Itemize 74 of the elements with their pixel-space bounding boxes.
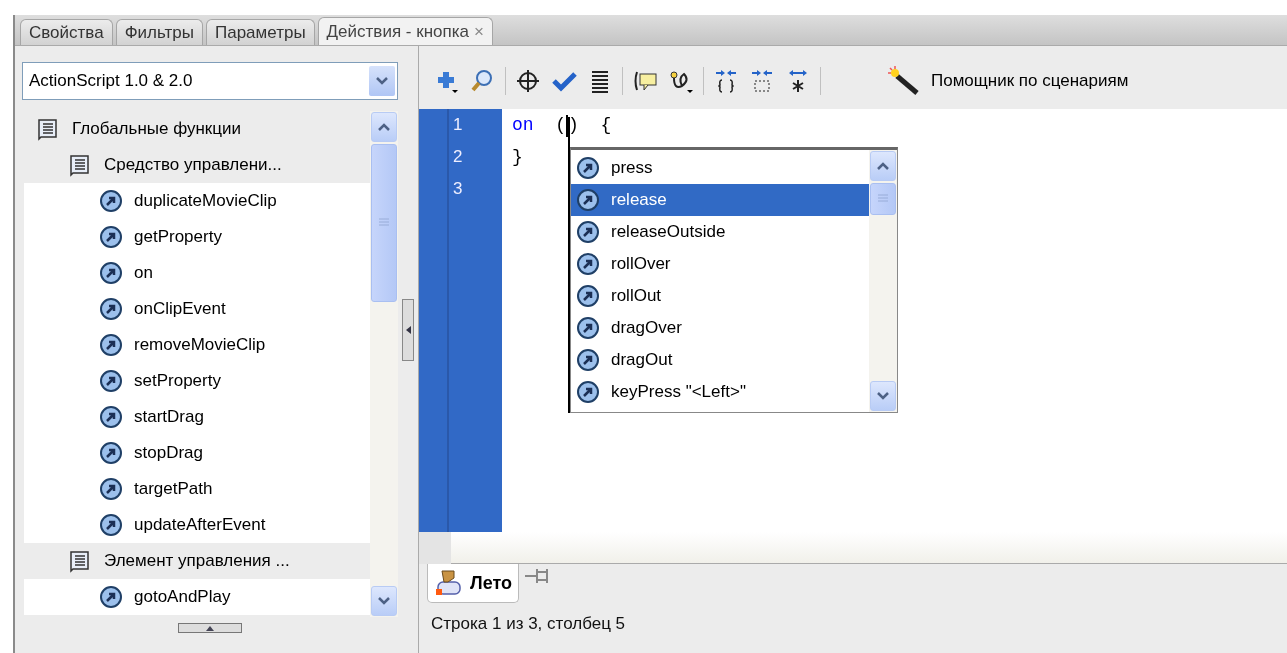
book-icon bbox=[68, 153, 92, 177]
chevron-up-icon bbox=[876, 161, 890, 171]
scrollbar-corner bbox=[419, 532, 451, 564]
tree-function-item[interactable]: stopDrag bbox=[24, 435, 370, 471]
triangle-left-icon bbox=[405, 325, 411, 334]
magic-wand-icon bbox=[887, 66, 921, 96]
panel-tab[interactable]: Свойства bbox=[20, 19, 113, 45]
button-hand-icon bbox=[434, 568, 464, 598]
dropdown-button[interactable] bbox=[369, 66, 395, 96]
tree-function-item[interactable]: removeMovieClip bbox=[24, 327, 370, 363]
tree-function-item[interactable]: setProperty bbox=[24, 363, 370, 399]
book-icon bbox=[36, 117, 60, 141]
tree-function-item[interactable]: updateAfterEvent bbox=[24, 507, 370, 543]
code-text: } bbox=[512, 147, 523, 167]
script-tab[interactable]: Лето bbox=[427, 564, 519, 603]
code-text: ) { bbox=[568, 115, 612, 135]
code-text: ( bbox=[554, 115, 566, 135]
tree-function-item[interactable]: getProperty bbox=[24, 219, 370, 255]
line-number: 2 bbox=[453, 147, 464, 168]
tree-item-label: removeMovieClip bbox=[134, 335, 266, 355]
crosshair-icon bbox=[515, 68, 541, 94]
tree-item-label: Глобальные функции bbox=[72, 119, 242, 139]
tree-item-label: startDrag bbox=[134, 407, 204, 427]
pane-resize-handle[interactable] bbox=[178, 623, 242, 633]
tree-item-label: Элемент управления ... bbox=[104, 551, 290, 571]
code-editor[interactable]: 1 2 3 on () { } press release releaseOutside rollOver rollOut dragOver dragOut keyPress "<Left>" bbox=[419, 109, 1287, 532]
chevron-up-icon bbox=[377, 122, 391, 132]
tree-function-item[interactable]: onClipEvent bbox=[24, 291, 370, 327]
collapse-braces-icon bbox=[713, 68, 739, 94]
splitter-handle[interactable] bbox=[402, 298, 414, 361]
tree-item-label: updateAfterEvent bbox=[134, 515, 266, 535]
tree-item-label: gotoAndPlay bbox=[134, 587, 231, 607]
code-keyword: on bbox=[512, 115, 534, 135]
scroll-up-button[interactable] bbox=[870, 151, 896, 181]
book-icon bbox=[68, 549, 92, 573]
horizontal-scrollbar[interactable] bbox=[451, 532, 1287, 564]
tree-item-label: onClipEvent bbox=[134, 299, 226, 319]
script-assistant-button[interactable]: Помощник по сценариям bbox=[883, 62, 1133, 100]
language-dropdown[interactable]: ActionScript 1.0 & 2.0 bbox=[22, 62, 398, 100]
scroll-thumb[interactable] bbox=[870, 183, 896, 215]
tree-item-label: stopDrag bbox=[134, 443, 203, 463]
vertical-scrollbar[interactable] bbox=[370, 111, 398, 617]
panel-tab[interactable]: Фильтры bbox=[115, 19, 203, 45]
scroll-thumb[interactable] bbox=[371, 144, 397, 302]
tree-item-label: duplicateMovieClip bbox=[134, 191, 277, 211]
scroll-grip-icon bbox=[378, 218, 390, 228]
panel-tab[interactable]: Параметры bbox=[206, 19, 315, 45]
tree-item-label: getProperty bbox=[134, 227, 222, 247]
vertical-scrollbar[interactable] bbox=[869, 150, 897, 412]
chevron-down-icon bbox=[375, 76, 389, 86]
scroll-grip-icon bbox=[877, 194, 889, 204]
line-number: 1 bbox=[453, 115, 464, 136]
chevron-down-icon bbox=[876, 391, 890, 401]
tree-function-item[interactable]: duplicateMovieClip bbox=[24, 183, 370, 219]
text-cursor bbox=[566, 115, 568, 137]
status-text: Строка 1 из 3, столбец 5 bbox=[430, 613, 627, 634]
tree-function-item[interactable]: targetPath bbox=[24, 471, 370, 507]
triangle-up-icon bbox=[206, 625, 214, 631]
scroll-up-button[interactable] bbox=[371, 112, 397, 142]
tree-item-label: targetPath bbox=[134, 479, 213, 499]
collapse-selection-icon bbox=[749, 68, 775, 94]
panel-tab[interactable]: Действия - кнопка × bbox=[317, 17, 493, 45]
tree-item-label: Средство управлени... bbox=[104, 155, 282, 175]
stethoscope-icon bbox=[668, 68, 694, 94]
tree-item-label: on bbox=[134, 263, 153, 283]
tree-function-item[interactable]: startDrag bbox=[24, 399, 370, 435]
tree-item-label: setProperty bbox=[134, 371, 221, 391]
scroll-down-button[interactable] bbox=[371, 586, 397, 616]
scroll-down-button[interactable] bbox=[870, 381, 896, 411]
tree-function-item[interactable]: on bbox=[24, 255, 370, 291]
tree-function-item[interactable]: gotoAndPlay bbox=[24, 579, 370, 615]
code-hint-item[interactable]: release bbox=[571, 184, 869, 216]
line-number: 3 bbox=[453, 179, 464, 200]
chevron-down-icon bbox=[377, 596, 391, 606]
